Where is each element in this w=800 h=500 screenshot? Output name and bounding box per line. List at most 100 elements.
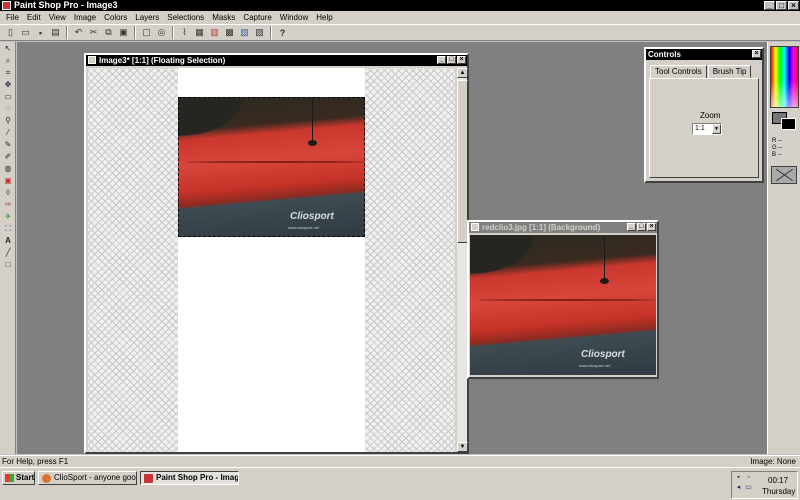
menu-edit[interactable]: Edit bbox=[23, 11, 45, 24]
help-icon[interactable]: ? bbox=[276, 26, 289, 39]
full-screen-icon[interactable]: ◎ bbox=[155, 26, 168, 39]
network-icon[interactable]: ▪ bbox=[734, 474, 743, 482]
toggle-histogram-icon[interactable]: ▨ bbox=[253, 26, 266, 39]
eraser-tool-icon[interactable]: ◊ bbox=[1, 187, 15, 198]
retouch-tool-icon[interactable]: ▣ bbox=[1, 175, 15, 186]
airbrush-tool-icon[interactable]: ✈ bbox=[1, 211, 15, 222]
copy-icon[interactable]: ⧉ bbox=[102, 26, 115, 39]
menu-colors[interactable]: Colors bbox=[100, 11, 131, 24]
menu-window[interactable]: Window bbox=[276, 11, 312, 24]
menu-image[interactable]: Image bbox=[70, 11, 100, 24]
line-tool-icon[interactable]: ╱ bbox=[1, 247, 15, 258]
volume-icon[interactable]: ◂ bbox=[734, 484, 743, 492]
clock-time[interactable]: 00:17 bbox=[768, 476, 788, 485]
display-icon[interactable]: ▫ bbox=[744, 474, 753, 482]
crop-tool-icon[interactable]: ⌗ bbox=[1, 67, 15, 78]
taskbar-cliosport-button[interactable]: ClioSport - anyone good ... bbox=[38, 471, 137, 485]
photo-watermark-brand: Cliosport bbox=[581, 349, 625, 360]
scroll-up-arrow[interactable]: ▲ bbox=[457, 68, 468, 78]
selection-tool-icon[interactable]: ▭ bbox=[1, 91, 15, 102]
scroll-down-arrow[interactable]: ▼ bbox=[457, 442, 468, 452]
image3-maximize-button[interactable]: □ bbox=[447, 56, 456, 64]
undo-icon[interactable]: ↶ bbox=[72, 26, 85, 39]
controls-titlebar[interactable]: Controls × bbox=[646, 49, 762, 60]
start-button[interactable]: Start bbox=[2, 471, 35, 485]
toggle-overview-icon[interactable]: ▩ bbox=[223, 26, 236, 39]
text-tool-icon[interactable]: A bbox=[1, 235, 15, 246]
background-color-swatch[interactable] bbox=[781, 118, 796, 130]
image3-minimize-button[interactable]: _ bbox=[437, 56, 446, 64]
redclio3-close-button[interactable]: × bbox=[647, 223, 656, 231]
zoom-select[interactable]: 1:1 ▼ bbox=[692, 123, 722, 135]
paintshop-icon bbox=[144, 474, 153, 483]
image3-close-button[interactable]: × bbox=[457, 56, 466, 64]
mover-tool-icon[interactable]: ✥ bbox=[1, 79, 15, 90]
magic-wand-tool-icon[interactable]: ⚲ bbox=[1, 115, 15, 126]
document-icon bbox=[471, 223, 479, 231]
paste-icon[interactable]: ▣ bbox=[117, 26, 130, 39]
image3-titlebar[interactable]: Image3* [1:1] (Floating Selection) _ □ × bbox=[86, 55, 467, 66]
redclio3-maximize-button[interactable]: □ bbox=[637, 223, 646, 231]
toggle-color-palette-icon[interactable]: ▥ bbox=[208, 26, 221, 39]
color-palette-panel: R -- G -- B -- bbox=[767, 42, 800, 454]
toggle-layers-icon[interactable]: ▧ bbox=[238, 26, 251, 39]
car-body-crease bbox=[479, 299, 656, 301]
scroll-thumb[interactable] bbox=[457, 80, 468, 243]
toolbar-separator bbox=[134, 26, 136, 39]
open-icon[interactable]: ▭ bbox=[19, 26, 32, 39]
picture-tube-tool-icon[interactable]: ✑ bbox=[1, 199, 15, 210]
controls-close-button[interactable]: × bbox=[752, 50, 761, 58]
toolbar-separator bbox=[270, 26, 272, 39]
freehand-tool-icon[interactable]: ◌ bbox=[1, 103, 15, 114]
image3-window[interactable]: Image3* [1:1] (Floating Selection) _ □ ×… bbox=[84, 53, 469, 454]
new-icon[interactable]: ▯ bbox=[4, 26, 17, 39]
toggle-controls-icon[interactable]: ▦ bbox=[193, 26, 206, 39]
app-titlebar[interactable]: Paint Shop Pro - Image3 _ □ × bbox=[0, 0, 800, 11]
color-replacer-tool-icon[interactable]: ◍ bbox=[1, 163, 15, 174]
menu-layers[interactable]: Layers bbox=[131, 11, 163, 24]
close-button[interactable]: × bbox=[788, 1, 799, 10]
rgb-readout: R -- G -- B -- bbox=[772, 138, 782, 159]
tab-brush-tip[interactable]: Brush Tip bbox=[707, 65, 752, 78]
redclio3-window[interactable]: redclio3.jpg [1:1] (Background) _ □ × Cl… bbox=[467, 220, 659, 379]
paintbrush-tool-icon[interactable]: ✎ bbox=[1, 139, 15, 150]
cut-icon[interactable]: ✂ bbox=[87, 26, 100, 39]
redclio-photo[interactable]: Cliosport www.cliosport.net bbox=[470, 235, 656, 375]
redclio3-window-controls: _ □ × bbox=[627, 223, 656, 231]
dropper-tool-icon[interactable]: ⁄ bbox=[1, 127, 15, 138]
menu-file[interactable]: File bbox=[2, 11, 23, 24]
tab-tool-controls[interactable]: Tool Controls bbox=[650, 65, 707, 79]
arrow-tool-icon[interactable]: ↖ bbox=[1, 43, 15, 54]
shape-tool-icon[interactable]: □ bbox=[1, 259, 15, 270]
print-icon[interactable]: ▤ bbox=[49, 26, 62, 39]
clone-tool-icon[interactable]: ✐ bbox=[1, 151, 15, 162]
zoom-tool-icon[interactable]: ⌕ bbox=[1, 55, 15, 66]
start-label: Start bbox=[16, 473, 35, 482]
minimize-button[interactable]: _ bbox=[764, 1, 775, 10]
menu-selections[interactable]: Selections bbox=[163, 11, 208, 24]
maximize-button[interactable]: □ bbox=[776, 1, 787, 10]
browse-icon[interactable]: ▢ bbox=[140, 26, 153, 39]
menu-help[interactable]: Help bbox=[312, 11, 336, 24]
color-spectrum[interactable] bbox=[770, 46, 799, 108]
save-icon[interactable]: ▪ bbox=[34, 26, 47, 39]
clock-day: Thursday bbox=[762, 487, 796, 496]
image3-vertical-scrollbar[interactable]: ▲ ▼ bbox=[456, 68, 468, 452]
menu-capture[interactable]: Capture bbox=[239, 11, 275, 24]
flood-fill-tool-icon[interactable]: ⛶ bbox=[1, 223, 15, 234]
menu-masks[interactable]: Masks bbox=[208, 11, 239, 24]
menu-view[interactable]: View bbox=[45, 11, 70, 24]
taskbar-paintshop-button[interactable]: Paint Shop Pro - Imag... bbox=[140, 471, 239, 485]
floating-selection-marquee[interactable] bbox=[178, 97, 365, 237]
controls-panel[interactable]: Controls × Tool Controls Brush Tip Zoom … bbox=[644, 47, 764, 183]
toolbar-separator bbox=[172, 26, 174, 39]
redclio3-titlebar[interactable]: redclio3.jpg [1:1] (Background) _ □ × bbox=[469, 222, 657, 233]
toggle-tool-palette-icon[interactable]: ⌇ bbox=[178, 26, 191, 39]
chevron-down-icon[interactable]: ▼ bbox=[712, 124, 721, 134]
texture-swatch[interactable] bbox=[771, 166, 797, 184]
monitor-icon[interactable]: ▭ bbox=[744, 484, 753, 492]
taskbar-paintshop-label: Paint Shop Pro - Imag... bbox=[156, 473, 239, 482]
car-antenna-base bbox=[600, 278, 609, 284]
status-image-info: Image: None bbox=[750, 457, 796, 466]
redclio3-minimize-button[interactable]: _ bbox=[627, 223, 636, 231]
